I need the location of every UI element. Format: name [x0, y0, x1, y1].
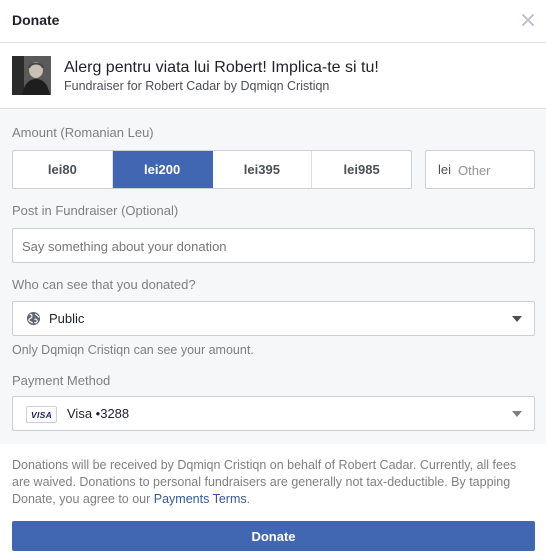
globe-icon: [26, 311, 41, 326]
visa-card-icon: VISA: [26, 406, 57, 423]
chevron-down-icon: [512, 411, 522, 417]
close-button[interactable]: [520, 12, 536, 28]
fundraiser-photo[interactable]: [12, 56, 51, 95]
amount-option-985[interactable]: lei985: [312, 151, 411, 188]
fundraiser-title[interactable]: Alerg pentru viata lui Robert! Implica-t…: [64, 59, 379, 77]
fundraiser-card: Alerg pentru viata lui Robert! Implica-t…: [0, 43, 546, 109]
amount-option-200[interactable]: lei200: [112, 151, 213, 188]
disclaimer-end: .: [246, 492, 251, 506]
payments-terms-link[interactable]: Payments Terms: [154, 492, 247, 506]
close-icon: [522, 14, 534, 26]
person-photo-icon: [12, 56, 51, 95]
other-amount-input[interactable]: [458, 160, 530, 180]
amount-options: lei80 lei200 lei395 lei985: [12, 150, 412, 189]
payment-label: Payment Method: [12, 373, 111, 388]
dialog-title: Donate: [12, 12, 60, 28]
visibility-value: Public: [49, 311, 85, 326]
dialog-header: Donate: [0, 0, 546, 43]
footer-disclaimer: Donations will be received by Dqmiqn Cri…: [12, 457, 534, 508]
payment-select[interactable]: VISA Visa •3288: [12, 396, 535, 431]
visibility-select[interactable]: Public: [12, 301, 535, 336]
amount-option-80[interactable]: lei80: [13, 151, 113, 188]
fundraiser-subtitle: Fundraiser for Robert Cadar by Dqmiqn Cr…: [64, 79, 330, 93]
donate-button[interactable]: Donate: [12, 521, 535, 551]
post-input[interactable]: [22, 236, 522, 256]
post-label: Post in Fundraiser (Optional): [12, 203, 179, 218]
visibility-label: Who can see that you donated?: [12, 277, 196, 292]
visibility-note: Only Dqmiqn Cristiqn can see your amount…: [12, 343, 254, 357]
currency-prefix: lei: [438, 162, 452, 177]
post-field[interactable]: [12, 228, 535, 263]
other-amount-field[interactable]: lei: [425, 150, 535, 189]
chevron-down-icon: [512, 316, 522, 322]
disclaimer-text: Donations will be received by Dqmiqn Cri…: [12, 458, 517, 506]
amount-option-395[interactable]: lei395: [213, 151, 313, 188]
amount-label: Amount (Romanian Leu): [12, 125, 154, 140]
payment-value: Visa •3288: [67, 406, 130, 421]
